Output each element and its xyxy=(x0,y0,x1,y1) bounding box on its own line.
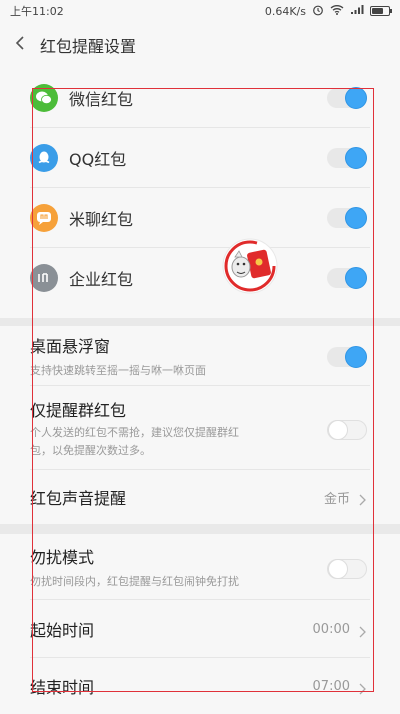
section-divider xyxy=(0,318,400,326)
group-only-desc-line2: 包，以免提醒次数过多。 xyxy=(30,443,151,457)
app-label-wechat: 微信红包 xyxy=(69,90,134,109)
toggle-qq[interactable] xyxy=(327,147,367,169)
app-row-wechat: 微信红包 xyxy=(0,68,400,128)
group-only-label: 仅提醒群红包 xyxy=(30,400,127,420)
dnd-mode-row: 勿扰模式 勿扰时间段内，红包提醒与红包闹钟免打扰 xyxy=(0,534,400,600)
floating-red-envelope-icon[interactable] xyxy=(221,237,279,295)
start-time-row[interactable]: 起始时间 00:00 xyxy=(0,600,400,658)
status-icons: 0.64K/s xyxy=(264,4,392,19)
chevron-right-icon xyxy=(357,491,367,506)
toggle-dnd-mode[interactable] xyxy=(327,559,367,579)
wechat-icon xyxy=(30,84,58,112)
dnd-mode-desc: 勿扰时间段内，红包提醒与红包闹钟免打扰 xyxy=(30,574,239,588)
end-time-row[interactable]: 结束时间 07:00 xyxy=(0,658,400,714)
wifi-icon xyxy=(330,4,344,18)
qq-icon xyxy=(30,144,58,172)
chevron-right-icon xyxy=(357,623,367,638)
group-only-desc-line1: 个人发送的红包不需抢，建议您仅提醒群红 xyxy=(30,425,239,439)
group-only-row: 仅提醒群红包 个人发送的红包不需抢，建议您仅提醒群红 包，以免提醒次数过多。 xyxy=(0,386,400,470)
header: 红包提醒设置 xyxy=(0,22,400,68)
app-row-qq: QQ红包 xyxy=(0,128,400,188)
app-label-miliao: 米聊红包 xyxy=(69,210,134,229)
section-divider xyxy=(0,524,400,534)
floating-window-desc: 支持快速跳转至摇一摇与咻一咻页面 xyxy=(30,363,206,377)
floating-window-label: 桌面悬浮窗 xyxy=(30,336,111,356)
chevron-right-icon xyxy=(357,680,367,695)
app-row-enterprise: 企业红包 xyxy=(0,248,400,308)
sound-value: 金币 xyxy=(323,491,350,507)
end-time-label: 结束时间 xyxy=(30,678,95,697)
chevron-left-icon xyxy=(14,35,26,55)
sound-row[interactable]: 红包声音提醒 金币 xyxy=(0,470,400,524)
settings-section: 桌面悬浮窗 支持快速跳转至摇一摇与咻一咻页面 仅提醒群红包 个人发送的红包不需抢… xyxy=(0,326,400,524)
toggle-group-only[interactable] xyxy=(327,420,367,440)
toggle-miliao[interactable] xyxy=(327,207,367,229)
app-row-miliao: 米聊红包 xyxy=(0,188,400,248)
dnd-section: 勿扰模式 勿扰时间段内，红包提醒与红包闹钟免打扰 起始时间 00:00 结束时间… xyxy=(0,534,400,711)
signal-icon xyxy=(350,4,364,18)
start-time-label: 起始时间 xyxy=(30,621,95,640)
app-label-qq: QQ红包 xyxy=(69,150,127,169)
status-time: 上午11:02 xyxy=(10,5,64,18)
battery-icon xyxy=(370,6,392,16)
toggle-floating-window[interactable] xyxy=(327,346,367,368)
back-button[interactable] xyxy=(0,22,40,68)
dnd-mode-label: 勿扰模式 xyxy=(30,547,95,567)
net-speed: 0.64K/s xyxy=(264,4,306,18)
app-section: 微信红包 QQ红包 米聊红包 企业红包 xyxy=(0,68,400,318)
alarm-icon xyxy=(312,4,324,19)
miliao-icon xyxy=(30,204,58,232)
toggle-enterprise[interactable] xyxy=(327,267,367,289)
enterprise-icon xyxy=(30,264,58,292)
floating-window-row: 桌面悬浮窗 支持快速跳转至摇一摇与咻一咻页面 xyxy=(0,326,400,386)
status-bar: 上午11:02 0.64K/s xyxy=(0,0,400,22)
toggle-wechat[interactable] xyxy=(327,87,367,109)
app-label-enterprise: 企业红包 xyxy=(69,270,134,289)
end-time-value: 07:00 xyxy=(312,678,350,694)
page-title: 红包提醒设置 xyxy=(40,37,137,56)
start-time-value: 00:00 xyxy=(312,621,350,637)
sound-label: 红包声音提醒 xyxy=(30,489,127,508)
